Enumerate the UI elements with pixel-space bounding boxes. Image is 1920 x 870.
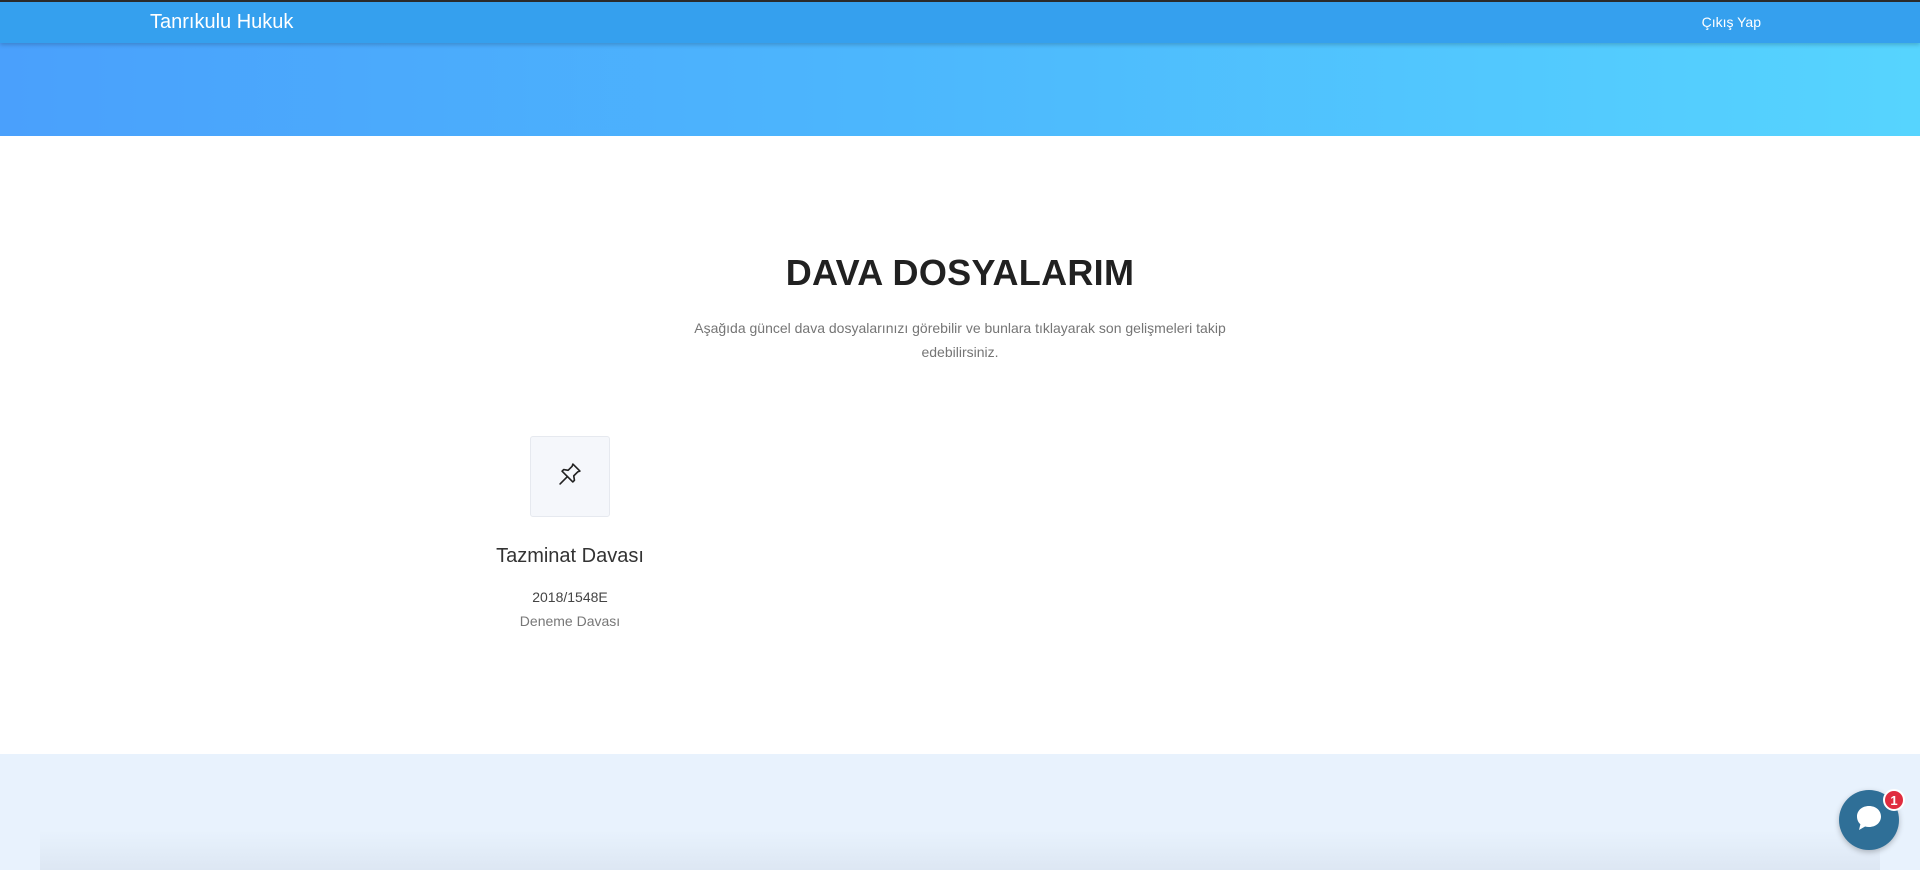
chat-bubble-icon: [1852, 801, 1886, 840]
footer-shadow: [40, 830, 1880, 870]
pushpin-icon: [556, 460, 584, 493]
page-description: Aşağıda güncel dava dosyalarınızı görebi…: [694, 320, 1226, 360]
case-card[interactable]: Tazminat Davası 2018/1548E Deneme Davası: [460, 436, 680, 636]
logout-link[interactable]: Çıkış Yap: [1702, 14, 1761, 30]
chat-notification-badge: 1: [1883, 789, 1905, 811]
case-title: Tazminat Davası: [496, 545, 644, 567]
footer-band: [0, 754, 1920, 870]
case-number: 2018/1548E: [532, 589, 608, 605]
case-icon-box: [530, 436, 610, 517]
page-title: DAVA DOSYALARIM: [785, 252, 1135, 293]
top-navbar: Tanrıkulu Hukuk Çıkış Yap: [0, 0, 1920, 43]
case-description: Deneme Davası: [519, 613, 621, 629]
brand-link[interactable]: Tanrıkulu Hukuk: [150, 11, 293, 34]
